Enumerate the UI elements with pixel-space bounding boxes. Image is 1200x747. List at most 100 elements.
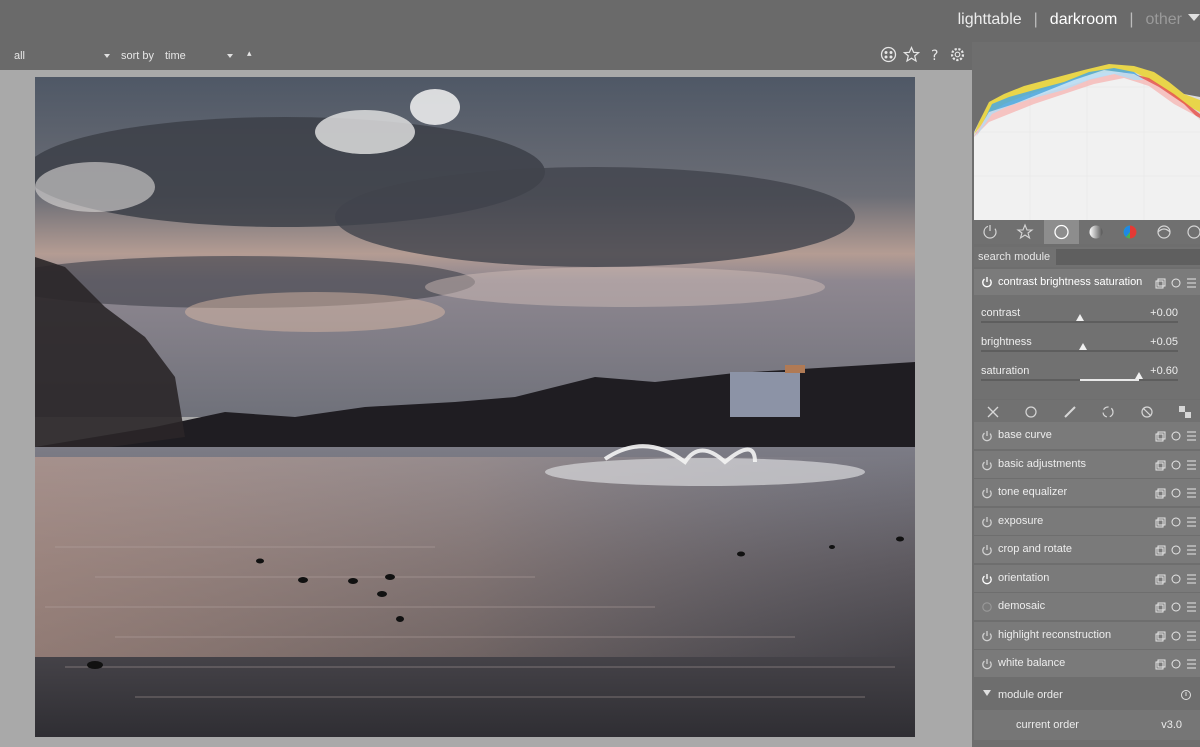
module-row[interactable]: tone equalizer [974, 479, 1200, 506]
module-row[interactable]: demosaic [974, 593, 1200, 620]
collapse-arrow-icon[interactable] [0, 48, 7, 54]
effects-icon[interactable] [1101, 405, 1115, 419]
gear-icon[interactable] [949, 46, 966, 63]
module-label: highlight reconstruction [998, 628, 1112, 641]
module-label: basic adjustments [998, 457, 1087, 470]
module-label: demosaic [998, 600, 1046, 612]
slider-contrast[interactable]: contrast +0.00 [974, 299, 1200, 328]
slider-handle[interactable] [1075, 314, 1084, 321]
correct-icon[interactable] [1140, 405, 1154, 419]
slider-saturation[interactable]: saturation +0.60 [974, 357, 1200, 386]
module-label: base curve [998, 429, 1052, 441]
power-icon[interactable] [981, 658, 993, 673]
circle-icon[interactable] [1044, 220, 1079, 244]
module-row[interactable]: crop and rotate [974, 536, 1200, 563]
module-row[interactable]: highlight reconstruction [974, 621, 1200, 649]
slider-value[interactable]: +0.00 [1150, 307, 1178, 319]
module-tools [1152, 277, 1200, 289]
view-darkroom[interactable]: darkroom [1050, 11, 1118, 29]
filmstrip-filter-bar: all sort by time ▴ ? [0, 42, 972, 70]
module-header-contrast-brightness-saturation[interactable]: contrast brightness saturation [974, 269, 1200, 295]
sort-label: sort by [121, 50, 155, 62]
reset-icon[interactable] [1180, 689, 1192, 704]
view-switcher: lighttable | darkroom | other [958, 11, 1182, 29]
gradient-circle-icon[interactable] [1080, 220, 1112, 244]
module-title: contrast brightness saturation [998, 276, 1143, 288]
view-separator: | [1129, 11, 1134, 28]
module-label: crop and rotate [998, 543, 1072, 555]
slider-track[interactable] [981, 372, 1178, 381]
module-label: tone equalizer [998, 486, 1068, 498]
slider-track[interactable] [981, 314, 1178, 323]
search-module-bar: search module [974, 247, 1200, 267]
power-icon[interactable] [981, 544, 993, 559]
module-label: orientation [998, 571, 1050, 584]
view-separator: | [1033, 11, 1038, 28]
sort-order-toggle[interactable]: ▴ [247, 48, 252, 59]
module-row[interactable]: basic adjustments [974, 450, 1200, 478]
slider-label: brightness [981, 336, 1032, 348]
module-order-title: module order [998, 689, 1063, 701]
help-icon[interactable]: ? [926, 46, 943, 64]
color-grid-icon[interactable] [880, 46, 897, 63]
search-module-input[interactable] [1056, 249, 1200, 265]
right-panel: search module contrast brightness satura… [972, 42, 1200, 747]
slider-handle[interactable] [1079, 343, 1088, 350]
power-icon[interactable] [981, 487, 993, 502]
power-icon[interactable] [981, 573, 993, 588]
slider-brightness[interactable]: brightness +0.05 [974, 328, 1200, 357]
search-module-label: search module [978, 251, 1051, 263]
slider-track[interactable] [981, 343, 1178, 352]
power-icon[interactable] [981, 430, 993, 445]
slider-value[interactable]: +0.05 [1150, 336, 1178, 348]
module-tools [1152, 487, 1200, 499]
star-icon[interactable] [1009, 220, 1041, 244]
module-row[interactable]: white balance [974, 650, 1200, 677]
module-tools [1152, 658, 1200, 670]
checker-icon[interactable] [1178, 405, 1192, 419]
slider-value[interactable]: +0.60 [1150, 365, 1178, 377]
module-tools [1152, 516, 1200, 528]
power-icon[interactable] [981, 516, 993, 531]
pencil-icon[interactable] [1063, 405, 1077, 419]
filter-value: all [14, 50, 26, 62]
checker-icon[interactable] [1180, 220, 1200, 244]
slider-handle[interactable] [1134, 372, 1143, 379]
module-row[interactable]: base curve [974, 422, 1200, 449]
close-icon[interactable] [986, 405, 1000, 419]
module-row[interactable]: orientation [974, 564, 1200, 592]
module-label: white balance [998, 657, 1066, 669]
circle-icon[interactable] [1024, 405, 1038, 419]
sort-dropdown[interactable]: time [165, 50, 186, 62]
chevron-down-icon[interactable] [227, 50, 233, 62]
current-order-row: current order v3.0 [974, 710, 1200, 740]
module-row[interactable]: exposure [974, 507, 1200, 535]
module-tools [1152, 573, 1200, 585]
power-icon[interactable] [981, 630, 993, 645]
toolbar-icons: ? [880, 46, 966, 64]
power-icon[interactable] [981, 276, 993, 291]
color-circle-icon[interactable] [1114, 220, 1146, 244]
chevron-down-icon[interactable] [104, 50, 110, 62]
module-group-bar [974, 400, 1200, 422]
view-other[interactable]: other [1146, 11, 1182, 29]
power-icon[interactable] [981, 601, 993, 616]
current-order-label: current order [1016, 719, 1079, 731]
slider-fill [1079, 379, 1139, 381]
loop-icon[interactable] [1148, 220, 1180, 244]
edited-photo[interactable] [35, 77, 915, 737]
view-lighttable[interactable]: lighttable [958, 11, 1022, 29]
histogram[interactable] [974, 42, 1200, 220]
power-icon[interactable] [974, 220, 1006, 244]
star-icon[interactable] [902, 46, 921, 63]
filter-dropdown[interactable]: all [14, 50, 25, 62]
module-tools [1152, 430, 1200, 442]
current-order-value: v3.0 [1161, 719, 1182, 731]
chevron-down-icon[interactable] [1188, 14, 1200, 21]
module-order-header[interactable]: module order [974, 680, 1200, 710]
top-header: lighttable | darkroom | other [0, 0, 1200, 42]
chevron-down-icon [983, 690, 991, 696]
center-view [0, 70, 972, 747]
power-icon[interactable] [981, 459, 993, 474]
module-label: exposure [998, 514, 1044, 527]
